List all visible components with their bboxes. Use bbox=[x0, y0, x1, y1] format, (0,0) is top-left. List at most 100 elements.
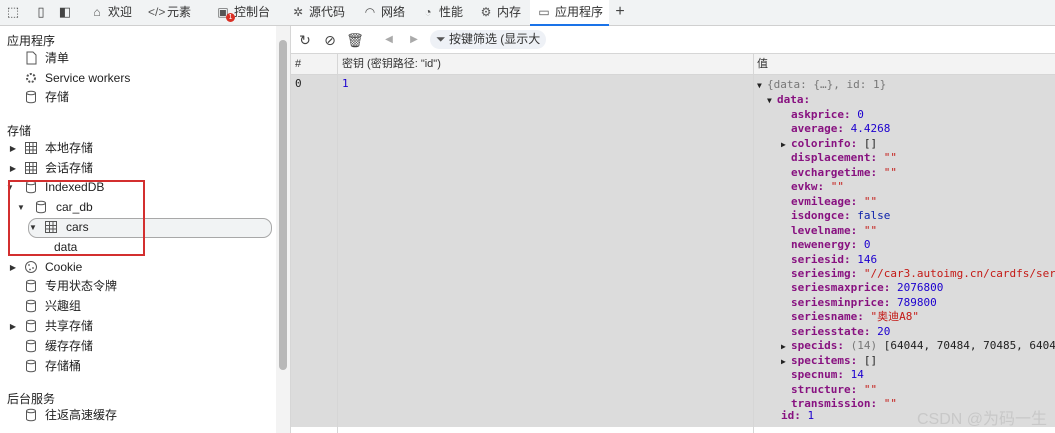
app-icon: ▭ bbox=[538, 5, 550, 19]
tab-application[interactable]: ▭ 应用程序 bbox=[530, 0, 610, 26]
table-icon bbox=[24, 161, 38, 175]
column-header-index[interactable]: # bbox=[295, 54, 301, 74]
field-key: isdongce: bbox=[791, 209, 851, 222]
database-icon bbox=[24, 359, 38, 373]
field-key: specitems: bbox=[791, 354, 858, 367]
sidebar-item-interest-groups[interactable]: 兴趣组 bbox=[0, 297, 270, 316]
field-count: (14) bbox=[850, 339, 884, 352]
field-value: 0 bbox=[863, 238, 871, 251]
field-key: average: bbox=[791, 122, 844, 135]
delete-icon[interactable]: 🗑 bbox=[346, 31, 364, 49]
watermark-text: CSDN @为码一生 bbox=[916, 411, 1047, 428]
tab-network[interactable]: ◠ 网络 bbox=[362, 0, 405, 25]
add-tab-icon[interactable]: + bbox=[612, 4, 628, 20]
field-value: "" bbox=[830, 180, 844, 193]
tab-console[interactable]: ▣ 控制台 bbox=[215, 0, 270, 25]
table-row[interactable] bbox=[291, 75, 753, 427]
column-header-value[interactable]: 值 bbox=[757, 54, 768, 74]
memory-icon: ⚙ bbox=[480, 5, 492, 19]
field-value: "奥迪A8" bbox=[870, 310, 919, 323]
field-key: seriesmaxprice: bbox=[791, 281, 891, 294]
value-field-askprice: askprice: 0 bbox=[791, 108, 864, 122]
collapse-arrow-icon[interactable]: ▼ bbox=[767, 94, 777, 108]
tab-performance[interactable]: ◔ 性能 bbox=[420, 0, 463, 25]
field-value: 0 bbox=[857, 108, 864, 121]
console-error-badge: 1 bbox=[226, 13, 235, 22]
sidebar-item-storage-buckets[interactable]: 存储桶 bbox=[0, 357, 270, 376]
refresh-icon[interactable]: ↻ bbox=[296, 31, 314, 49]
expand-arrow-icon[interactable]: ▶ bbox=[8, 258, 18, 277]
value-field-specids[interactable]: ▶ specids: (14) [64044, 70484, 70485, 640… bbox=[781, 339, 1055, 354]
cookie-icon bbox=[24, 260, 38, 274]
value-field-evmileage: evmileage: "" bbox=[791, 195, 877, 209]
value-summary[interactable]: ▼ {data: {…}, id: 1} bbox=[757, 78, 886, 93]
field-value: "" bbox=[883, 397, 897, 410]
field-key: seriesstate: bbox=[791, 325, 871, 338]
field-value: 2076800 bbox=[896, 281, 944, 294]
clear-icon[interactable]: ⊘ bbox=[321, 31, 339, 49]
field-key: seriesimg: bbox=[791, 267, 858, 280]
field-value: 14 bbox=[850, 368, 864, 381]
sidebar-scrollbar-thumb[interactable] bbox=[279, 40, 287, 370]
value-field-specnum: specnum: 14 bbox=[791, 368, 864, 382]
sidebar-item-storage-overview[interactable]: 存储 bbox=[0, 88, 270, 107]
section-storage-title: 存储 bbox=[7, 124, 32, 138]
sidebar-item-back-forward-cache[interactable]: 往返高速缓存 bbox=[0, 406, 270, 425]
field-value: 789800 bbox=[896, 296, 937, 309]
field-value: 146 bbox=[857, 253, 878, 266]
tab-welcome[interactable]: ⌂ 欢迎 bbox=[89, 0, 132, 25]
sidebar-item-service-workers[interactable]: Service workers bbox=[0, 69, 270, 88]
field-key: evmileage: bbox=[791, 195, 858, 208]
expand-arrow-icon[interactable]: ▶ bbox=[8, 139, 18, 158]
tab-elements[interactable]: </> 元素 bbox=[148, 0, 191, 25]
value-field-specitems[interactable]: ▶ specitems: [] bbox=[781, 354, 877, 369]
database-icon bbox=[24, 90, 38, 104]
value-field-seriesid: seriesid: 146 bbox=[791, 253, 877, 267]
next-page-icon[interactable]: ▶ bbox=[405, 31, 423, 49]
gauge-icon: ◔ bbox=[424, 5, 432, 19]
sidebar-item-cache-storage[interactable]: 缓存存储 bbox=[0, 337, 270, 356]
sidebar-item-cookie[interactable]: ▶ Cookie bbox=[0, 258, 270, 277]
expand-arrow-icon[interactable]: ▶ bbox=[781, 355, 791, 369]
field-key: specnum: bbox=[791, 368, 844, 381]
field-key: colorinfo: bbox=[791, 137, 858, 150]
dock-sidebar-icon[interactable]: ◧ bbox=[57, 4, 73, 20]
devtools-tab-bar: ⬚ ▯ ◧ ⌂ 欢迎 </> 元素 ▣ 控制台 1 ✲ 源代码 ◠ 网络 ◔ 性能 ⚙ 内存 … bbox=[0, 0, 1055, 26]
filter-by-key-field[interactable]: ⏷ 按键筛选 (显示大 bbox=[430, 30, 547, 49]
sidebar-item-shared-storage[interactable]: ▶ 共享存储 bbox=[0, 317, 270, 336]
value-field-seriesstate: seriesstate: 20 bbox=[791, 325, 890, 339]
device-toolbar-icon[interactable]: ▯ bbox=[33, 4, 49, 20]
sidebar-item-local-storage[interactable]: ▶ 本地存储 bbox=[0, 139, 270, 158]
value-data-object[interactable]: ▼ data: bbox=[767, 93, 810, 108]
field-value: [] bbox=[863, 354, 878, 367]
previous-page-icon[interactable]: ◀ bbox=[380, 31, 398, 49]
value-field-levelname: levelname: "" bbox=[791, 224, 877, 238]
database-icon bbox=[24, 408, 38, 422]
expand-arrow-icon[interactable]: ▶ bbox=[8, 317, 18, 336]
database-icon bbox=[24, 319, 38, 333]
value-field-seriesimg: seriesimg: "//car3.autoimg.cn/cardfs/ser… bbox=[791, 267, 1055, 281]
field-key: levelname: bbox=[791, 224, 858, 237]
column-header-key[interactable]: 密钥 (密钥路径: "id") bbox=[342, 54, 441, 74]
field-value: "" bbox=[883, 151, 897, 164]
collapse-arrow-icon[interactable]: ▼ bbox=[757, 79, 767, 93]
row-key: 1 bbox=[342, 77, 349, 90]
value-field-newenergy: newenergy: 0 bbox=[791, 238, 870, 252]
value-field-structure: structure: "" bbox=[791, 383, 877, 397]
field-key: evchargetime: bbox=[791, 166, 878, 179]
tab-sources[interactable]: ✲ 源代码 bbox=[290, 0, 345, 25]
tab-memory[interactable]: ⚙ 内存 bbox=[478, 0, 521, 25]
value-field-colorinfo[interactable]: ▶ colorinfo: [] bbox=[781, 137, 877, 152]
inspect-element-icon[interactable]: ⬚ bbox=[5, 4, 21, 20]
sidebar-item-manifest[interactable]: 清单 bbox=[0, 49, 270, 68]
field-key: newenergy: bbox=[791, 238, 858, 251]
field-key: evkw: bbox=[791, 180, 825, 193]
value-field-seriesminprice: seriesminprice: 789800 bbox=[791, 296, 937, 310]
sidebar-item-private-state-tokens[interactable]: 专用状态令牌 bbox=[0, 277, 270, 296]
field-value: [64044, 70484, 70485, 64047, 64 bbox=[883, 339, 1055, 352]
sidebar-item-session-storage[interactable]: ▶ 会话存储 bbox=[0, 159, 270, 178]
expand-arrow-icon[interactable]: ▶ bbox=[781, 138, 791, 152]
field-value: false bbox=[857, 209, 891, 222]
expand-arrow-icon[interactable]: ▶ bbox=[8, 159, 18, 178]
expand-arrow-icon[interactable]: ▶ bbox=[781, 340, 791, 354]
